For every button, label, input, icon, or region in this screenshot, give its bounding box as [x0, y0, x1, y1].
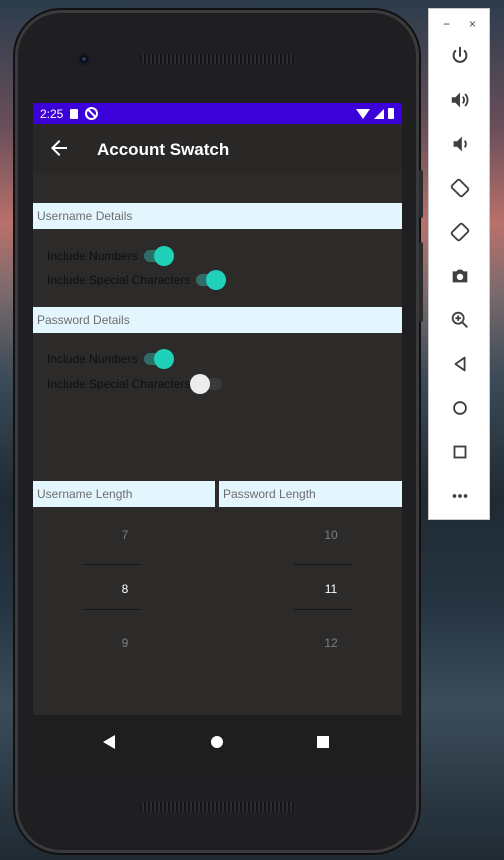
- password-include-numbers-row: Include Numbers: [47, 349, 174, 369]
- nav-back-icon[interactable]: [103, 735, 115, 749]
- zoom-icon[interactable]: [448, 308, 472, 332]
- password-length-next[interactable]: 12: [239, 636, 402, 650]
- sd-card-icon: [70, 108, 79, 119]
- picker-divider: [83, 564, 141, 565]
- back-icon[interactable]: [448, 352, 472, 376]
- volume-down-icon[interactable]: [448, 132, 472, 156]
- main-content: Username Details Include Numbers Include…: [33, 174, 402, 715]
- password-include-special-label: Include Special Characters: [47, 377, 191, 391]
- username-length-next[interactable]: 9: [33, 636, 217, 650]
- password-include-numbers-label: Include Numbers: [47, 352, 138, 366]
- password-include-special-row: Include Special Characters: [47, 374, 223, 394]
- phone-screen: 2:25 Account Swatch Username Details Inc…: [33, 103, 402, 773]
- picker-divider: [83, 609, 141, 610]
- password-length-header: Password Length: [219, 481, 402, 507]
- status-time: 2:25: [40, 106, 64, 121]
- username-length-prev[interactable]: 7: [33, 528, 217, 542]
- nav-recents-icon[interactable]: [317, 736, 329, 748]
- picker-divider: [294, 609, 352, 610]
- username-include-special-label: Include Special Characters: [47, 273, 191, 287]
- bottom-speaker: [140, 802, 295, 812]
- volume-side-button: [419, 242, 423, 322]
- app-title: Account Swatch: [97, 140, 230, 159]
- volume-up-icon[interactable]: [448, 88, 472, 112]
- picker-divider: [294, 564, 352, 565]
- arrow-back-icon: [51, 140, 67, 156]
- password-length-picker[interactable]: 10 11 12: [219, 507, 402, 715]
- username-include-numbers-row: Include Numbers: [47, 246, 174, 266]
- username-length-picker[interactable]: 7 8 9: [33, 507, 217, 715]
- password-length-selected[interactable]: 11: [239, 582, 402, 596]
- front-camera: [77, 52, 91, 66]
- wifi-icon: [356, 108, 370, 119]
- app-bar: Account Swatch: [33, 124, 402, 174]
- close-button[interactable]: ×: [469, 17, 476, 31]
- more-icon[interactable]: [448, 484, 472, 508]
- password-details-header: Password Details: [33, 307, 402, 333]
- system-nav-bar: [33, 715, 402, 773]
- minimize-button[interactable]: −: [443, 17, 450, 31]
- camera-icon[interactable]: [448, 264, 472, 288]
- rotate-right-icon[interactable]: [448, 220, 472, 244]
- username-length-selected[interactable]: 8: [33, 582, 217, 596]
- signal-icon: [374, 108, 384, 119]
- status-bar: 2:25: [33, 103, 402, 124]
- username-include-special-row: Include Special Characters: [47, 270, 227, 290]
- earpiece-speaker: [140, 54, 295, 64]
- overview-icon[interactable]: [448, 440, 472, 464]
- battery-icon: [388, 108, 394, 119]
- username-details-header: Username Details: [33, 203, 402, 229]
- password-include-special-switch[interactable]: [190, 374, 223, 394]
- emulator-toolbar: − ×: [428, 8, 490, 520]
- do-not-disturb-icon: [85, 107, 99, 120]
- back-button[interactable]: [47, 136, 71, 160]
- password-length-prev[interactable]: 10: [239, 528, 402, 542]
- power-icon[interactable]: [448, 44, 472, 68]
- rotate-left-icon[interactable]: [448, 176, 472, 200]
- username-length-header: Username Length: [33, 481, 215, 507]
- nav-home-icon[interactable]: [211, 736, 223, 748]
- username-include-numbers-switch[interactable]: [143, 246, 174, 266]
- username-include-numbers-label: Include Numbers: [47, 249, 138, 263]
- power-side-button: [419, 170, 423, 218]
- home-icon[interactable]: [448, 396, 472, 420]
- username-include-special-switch[interactable]: [196, 270, 227, 290]
- password-include-numbers-switch[interactable]: [143, 349, 174, 369]
